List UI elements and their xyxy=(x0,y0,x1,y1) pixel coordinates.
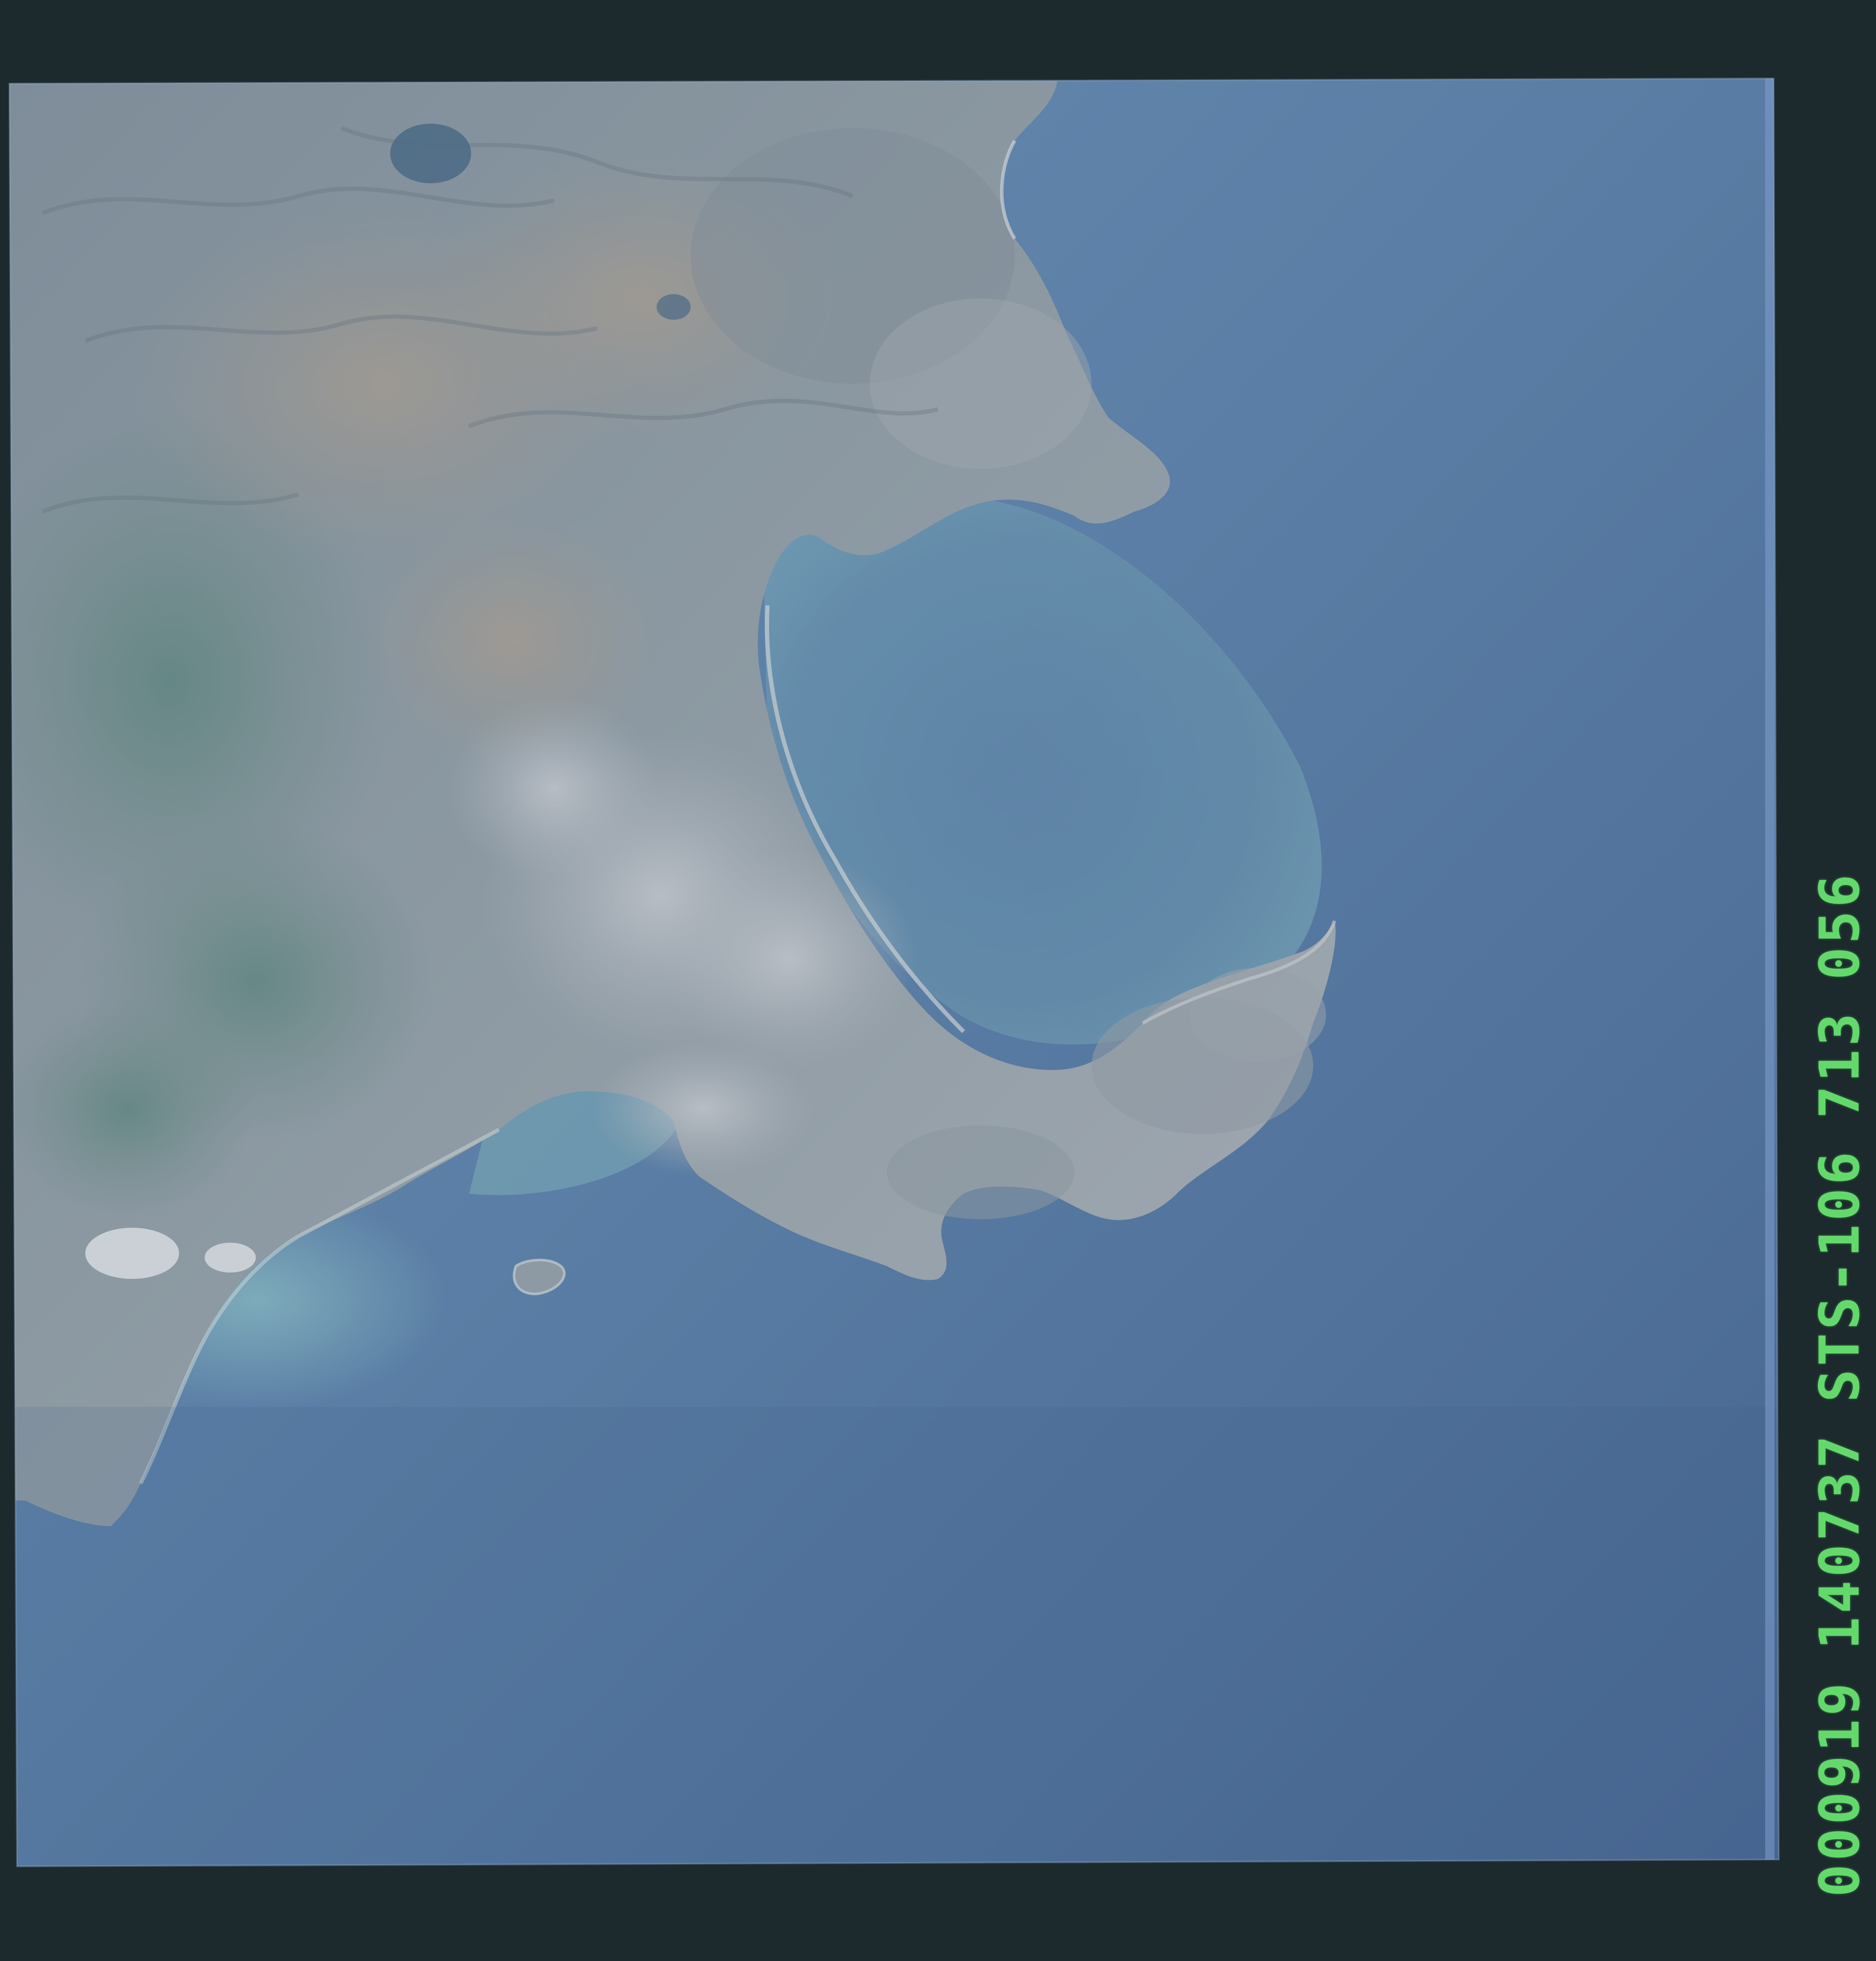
earth-photo xyxy=(8,77,1780,1868)
dam-lake xyxy=(390,124,471,183)
film-data-strip: 000919 140737 STS-106 713 056 xyxy=(1804,21,1876,1897)
data-mission: STS-106 xyxy=(1808,1148,1872,1403)
data-date-code: 000919 xyxy=(1808,1679,1872,1897)
data-roll: 713 xyxy=(1808,1009,1872,1119)
data-frame: 056 xyxy=(1808,871,1872,980)
film-frame: 000919 140737 STS-106 713 056 xyxy=(0,0,1876,1961)
data-time-code: 140737 xyxy=(1808,1432,1872,1650)
